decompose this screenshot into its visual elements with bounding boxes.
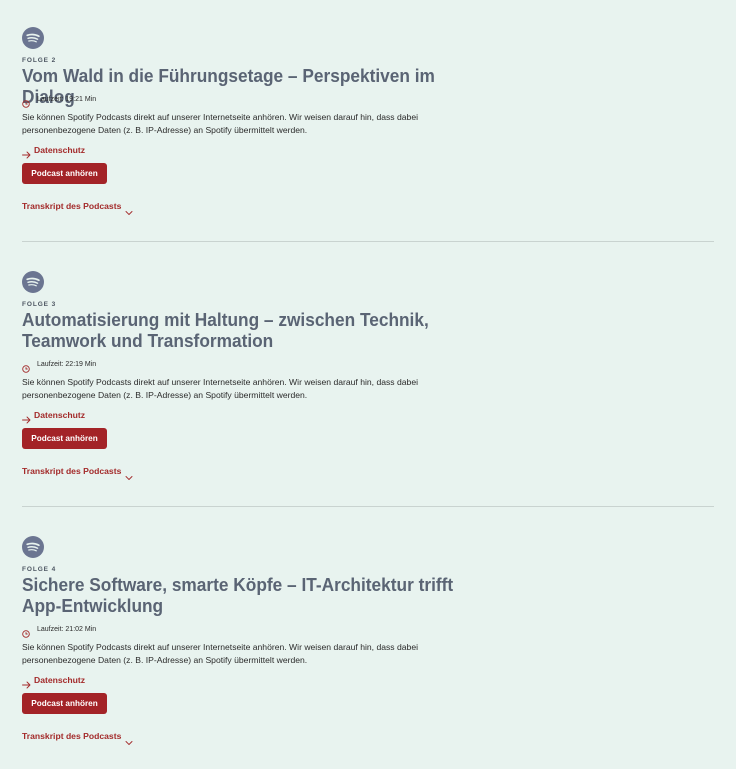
play-podcast-button[interactable]: Podcast anhören — [22, 693, 107, 714]
arrow-right-icon — [22, 676, 31, 689]
spotify-privacy-notice: Sie können Spotify Podcasts direkt auf u… — [22, 642, 419, 665]
episode-title: Sichere Software, smarte Köpfe – IT-Arch… — [22, 575, 454, 616]
privacy-link[interactable]: Datenschutz — [22, 675, 86, 689]
episode-runtime: Laufzeit: 21:02 Min — [37, 625, 97, 633]
transcript-toggle-label: Transkript des Podcasts — [22, 731, 122, 741]
privacy-link-label: Datenschutz — [34, 675, 86, 685]
podcast-episode: FOLGE 4 Sichere Software, smarte Köpfe –… — [22, 0, 714, 760]
transcript-toggle[interactable]: Transkript des Podcasts — [22, 731, 133, 745]
clock-icon — [22, 625, 30, 638]
spotify-icon — [22, 536, 44, 558]
podcast-episode-list: FOLGE 2 Vom Wald in die Führungsetage – … — [0, 0, 736, 769]
episode-label: FOLGE 4 — [22, 566, 57, 573]
episode-runtime-row: Laufzeit: 21:02 Min — [22, 625, 97, 638]
chevron-down-icon — [125, 733, 133, 745]
